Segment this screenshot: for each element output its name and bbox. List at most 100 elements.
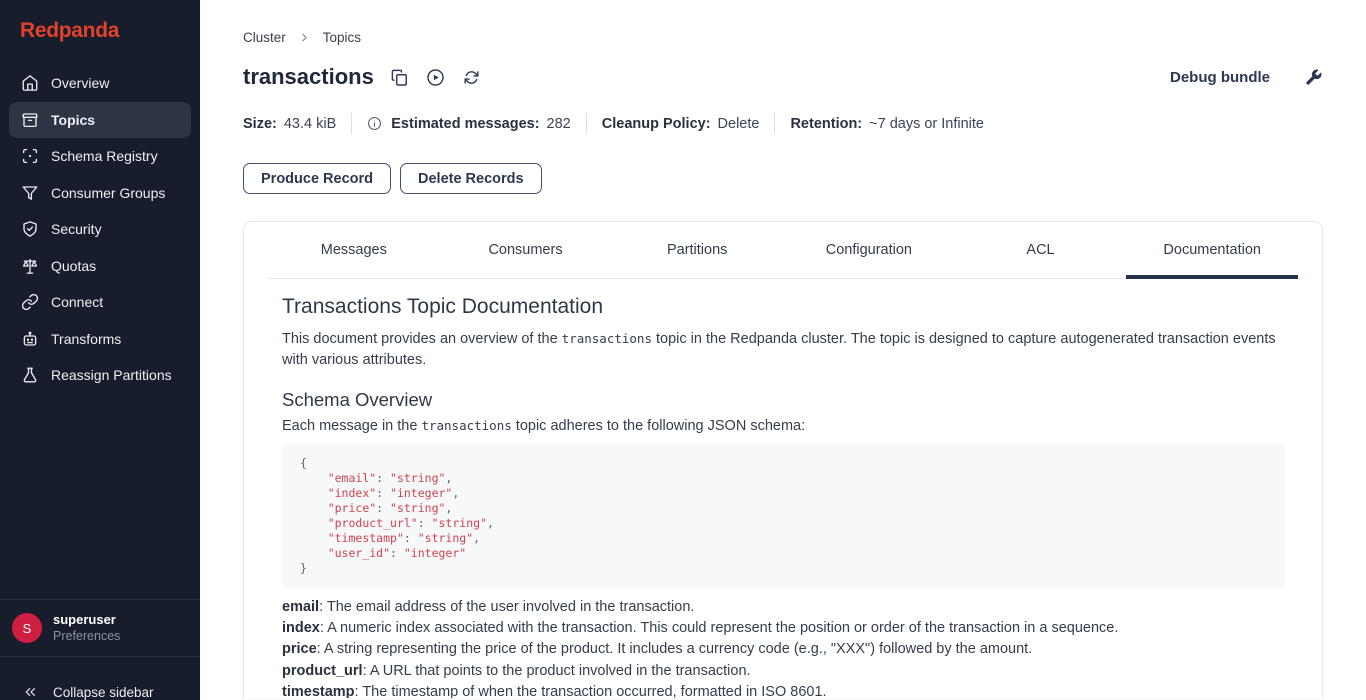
redpanda-logo[interactable]: Redpanda bbox=[20, 19, 180, 43]
field-name: timestamp bbox=[282, 684, 355, 698]
topic-stats: Size: 43.4 kiB Estimated messages:282 Clean… bbox=[243, 113, 1323, 134]
copy-icon[interactable] bbox=[390, 68, 409, 87]
user-info: superuser Preferences bbox=[53, 611, 120, 645]
sidebar-item-label: Schema Registry bbox=[51, 148, 158, 164]
field-name: email bbox=[282, 599, 319, 615]
field-name: price bbox=[282, 641, 317, 657]
title-icons bbox=[390, 68, 481, 87]
documentation-content: Transactions Topic Documentation This do… bbox=[244, 279, 1322, 698]
robot-icon bbox=[21, 330, 39, 348]
tab-consumers[interactable]: Consumers bbox=[440, 222, 612, 278]
chevrons-left-icon bbox=[22, 684, 38, 700]
user-section[interactable]: S superuser Preferences bbox=[0, 599, 200, 656]
refresh-icon[interactable] bbox=[462, 68, 481, 87]
schema-intro: Each message in the transactions topic a… bbox=[282, 415, 1285, 437]
sidebar-item-topics[interactable]: Topics bbox=[9, 102, 191, 138]
collapse-sidebar-label: Collapse sidebar bbox=[53, 685, 154, 700]
stat-value: ~7 days or Infinite bbox=[869, 116, 984, 132]
avatar[interactable]: S bbox=[12, 613, 42, 643]
box-icon bbox=[21, 111, 39, 129]
shield-icon bbox=[21, 220, 39, 238]
scan-icon bbox=[21, 147, 39, 165]
sidebar-item-label: Reassign Partitions bbox=[51, 367, 172, 383]
sidebar-footer: S superuser Preferences Collapse sidebar bbox=[0, 599, 200, 700]
tab-configuration[interactable]: Configuration bbox=[783, 222, 955, 278]
field-name: product_url bbox=[282, 663, 363, 679]
stat-cleanup-policy-: Cleanup Policy:Delete bbox=[602, 116, 760, 132]
stat-value: 43.4 kiB bbox=[284, 116, 336, 132]
sidebar-item-label: Connect bbox=[51, 294, 103, 310]
doc-intro: This document provides an overview of th… bbox=[282, 328, 1285, 371]
topic-card: MessagesConsumersPartitionsConfiguration… bbox=[243, 221, 1323, 698]
json-schema-code-block: { "email": "string", "index": "integer",… bbox=[282, 443, 1285, 588]
tabstrip: MessagesConsumersPartitionsConfiguration… bbox=[268, 222, 1298, 279]
filter-icon bbox=[21, 184, 39, 202]
wrench-icon[interactable] bbox=[1304, 68, 1323, 87]
sidebar-item-overview[interactable]: Overview bbox=[9, 65, 191, 101]
breadcrumb-topics[interactable]: Topics bbox=[323, 30, 361, 45]
collapse-sidebar-button[interactable]: Collapse sidebar bbox=[0, 656, 200, 700]
sidebar-item-quotas[interactable]: Quotas bbox=[9, 248, 191, 284]
produce-record-button[interactable]: Produce Record bbox=[243, 163, 391, 194]
chevron-right-icon bbox=[298, 31, 311, 44]
sidebar-nav: Overview Topics Schema Registry Consumer Gr… bbox=[0, 65, 200, 599]
sidebar: Redpanda Overview Topics Schema Registry Co… bbox=[0, 0, 200, 700]
schema-heading: Schema Overview bbox=[282, 389, 1285, 411]
stat-label: Retention: bbox=[790, 116, 862, 132]
delete-records-button[interactable]: Delete Records bbox=[400, 163, 542, 194]
tab-acl[interactable]: ACL bbox=[955, 222, 1127, 278]
sidebar-item-label: Security bbox=[51, 221, 102, 237]
json-schema-code: { "email": "string", "index": "integer",… bbox=[300, 456, 494, 575]
field-desc: : The email address of the user involved… bbox=[319, 599, 694, 615]
stat-divider bbox=[586, 113, 587, 134]
stat-label: Estimated messages: bbox=[391, 116, 539, 132]
sidebar-item-consumer-groups[interactable]: Consumer Groups bbox=[9, 175, 191, 211]
field-desc: : A string representing the price of the… bbox=[317, 641, 1033, 657]
stat-divider bbox=[351, 113, 352, 134]
tab-partitions[interactable]: Partitions bbox=[611, 222, 783, 278]
tab-documentation[interactable]: Documentation bbox=[1126, 222, 1298, 278]
field-desc: : A URL that points to the product invol… bbox=[363, 663, 751, 679]
stat-label: Cleanup Policy: bbox=[602, 116, 711, 132]
doc-title: Transactions Topic Documentation bbox=[282, 295, 1285, 319]
play-circle-icon[interactable] bbox=[426, 68, 445, 87]
action-buttons: Produce Record Delete Records bbox=[243, 163, 1323, 194]
sidebar-item-transforms[interactable]: Transforms bbox=[9, 321, 191, 357]
user-name: superuser bbox=[53, 611, 120, 628]
stat-retention-: Retention: ~7 days or Infinite bbox=[790, 116, 984, 132]
field-desc: : A numeric index associated with the tr… bbox=[320, 620, 1119, 636]
sidebar-item-label: Topics bbox=[51, 112, 95, 128]
debug-bundle-wrap: Debug bundle bbox=[1170, 68, 1323, 87]
field-index: index: A numeric index associated with t… bbox=[282, 618, 1285, 639]
stat-estimated-messages-: Estimated messages:282 bbox=[367, 116, 571, 132]
field-product-url: product_url: A URL that points to the pr… bbox=[282, 661, 1285, 682]
inline-code: transactions bbox=[562, 331, 652, 346]
stat-label: Size: bbox=[243, 116, 277, 132]
preferences-link[interactable]: Preferences bbox=[53, 628, 120, 645]
tab-messages[interactable]: Messages bbox=[268, 222, 440, 278]
field-price: price: A string representing the price o… bbox=[282, 639, 1285, 660]
sidebar-item-connect[interactable]: Connect bbox=[9, 284, 191, 320]
sidebar-item-reassign-partitions[interactable]: Reassign Partitions bbox=[9, 357, 191, 393]
page-title: transactions bbox=[243, 64, 374, 90]
sidebar-item-security[interactable]: Security bbox=[9, 211, 191, 247]
title-row: transactions Debug bundle bbox=[243, 64, 1323, 90]
main-content: ClusterTopics transactions Debug bundle … bbox=[200, 0, 1366, 700]
sidebar-item-label: Transforms bbox=[51, 331, 121, 347]
breadcrumb-cluster[interactable]: Cluster bbox=[243, 30, 286, 45]
sidebar-item-label: Quotas bbox=[51, 258, 96, 274]
link-icon bbox=[21, 293, 39, 311]
sidebar-item-schema-registry[interactable]: Schema Registry bbox=[9, 138, 191, 174]
debug-bundle-link[interactable]: Debug bundle bbox=[1170, 69, 1270, 86]
field-name: index bbox=[282, 620, 320, 636]
sidebar-item-label: Overview bbox=[51, 75, 109, 91]
home-icon bbox=[21, 74, 39, 92]
inline-code: transactions bbox=[421, 418, 511, 433]
logo-area: Redpanda bbox=[0, 0, 200, 65]
sidebar-item-label: Consumer Groups bbox=[51, 185, 165, 201]
info-icon[interactable] bbox=[367, 116, 382, 131]
flask-icon bbox=[21, 366, 39, 384]
breadcrumb: Cluster Topics bbox=[243, 30, 1323, 45]
field-email: email: The email address of the user inv… bbox=[282, 597, 1285, 618]
scales-icon bbox=[21, 257, 39, 275]
